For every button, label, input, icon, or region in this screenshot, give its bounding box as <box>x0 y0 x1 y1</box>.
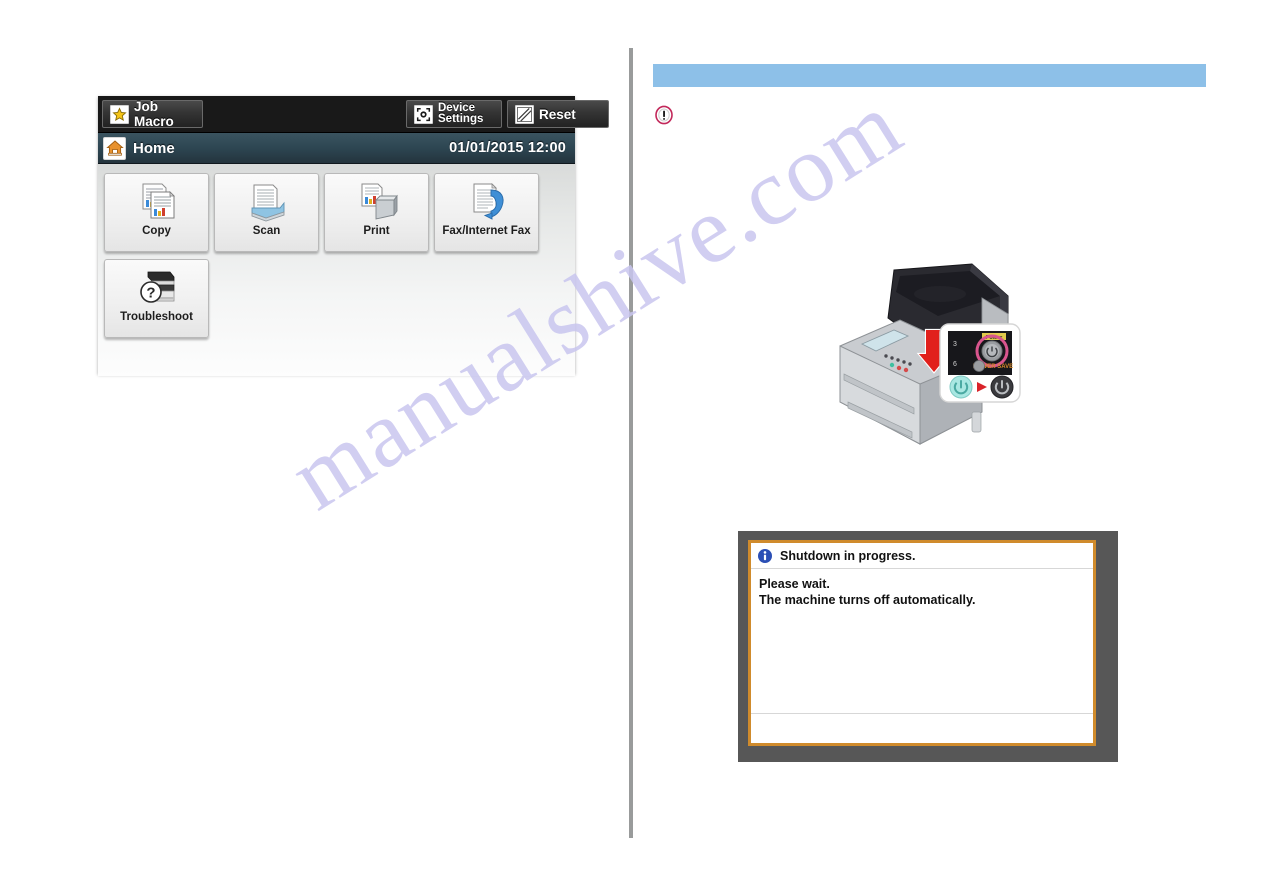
panel-home-screen: Copy Scan Print Fax/Internet Fax ? Troub… <box>98 164 575 376</box>
panel-titlebar: Home 01/01/2015 12:00 <box>98 133 575 164</box>
app-tile-copy[interactable]: Copy <box>104 173 209 252</box>
svg-text:?: ? <box>146 285 155 302</box>
panel-datetime: 01/01/2015 12:00 <box>449 140 566 156</box>
scan-icon <box>246 180 288 224</box>
fax-icon <box>466 180 508 224</box>
app-tile-print[interactable]: Print <box>324 173 429 252</box>
troubleshoot-icon: ? <box>136 266 178 310</box>
job-macro-label: Job Macro <box>134 99 174 129</box>
shutdown-dialog-line-2: The machine turns off automatically. <box>759 592 976 607</box>
shutdown-dialog-title: Shutdown in progress. <box>780 548 916 563</box>
shutdown-dialog-footer <box>751 713 1093 743</box>
app-tile-troubleshoot[interactable]: ? Troubleshoot <box>104 259 209 338</box>
app-label-scan: Scan <box>252 225 281 237</box>
shutdown-dialog-header: Shutdown in progress. <box>751 543 1093 569</box>
shutdown-dialog-frame: Shutdown in progress. Please wait. The m… <box>738 531 1118 762</box>
printer-power-button-illustration: 3 6 Power POWER SAVE <box>822 262 1022 452</box>
app-tile-scan[interactable]: Scan <box>214 173 319 252</box>
shutdown-dialog-line-1: Please wait. <box>759 577 830 591</box>
app-row-1: Copy Scan Print Fax/Internet Fax <box>104 173 575 252</box>
reset-icon <box>515 104 534 124</box>
column-divider <box>629 48 633 838</box>
panel-title: Home <box>133 139 175 157</box>
job-macro-button[interactable]: Job Macro <box>102 99 203 129</box>
copy-icon <box>136 180 178 224</box>
info-icon <box>757 547 773 564</box>
star-icon <box>110 104 129 124</box>
shutdown-dialog-body: Please wait. The machine turns off autom… <box>751 569 1093 608</box>
print-icon <box>356 180 398 224</box>
panel-toolbar: Job Macro Device Settings Reset <box>98 96 609 133</box>
app-label-troubleshoot: Troubleshoot <box>120 311 193 323</box>
svg-text:6: 6 <box>953 361 957 368</box>
app-row-2: ? Troubleshoot <box>104 259 575 338</box>
section-heading-bar <box>653 64 1206 87</box>
app-label-fax: Fax/Internet Fax <box>442 225 531 237</box>
app-label-copy: Copy <box>142 225 171 237</box>
printer-operation-panel: Job Macro Device Settings Reset Home 01/… <box>98 96 609 376</box>
device-settings-icon <box>414 104 433 124</box>
home-icon[interactable] <box>103 136 126 160</box>
exclamation-circle-icon <box>654 105 674 125</box>
svg-text:3: 3 <box>953 341 957 348</box>
device-settings-label-line2: Settings <box>438 113 484 125</box>
reset-label: Reset <box>539 106 576 122</box>
app-label-print: Print <box>363 225 390 237</box>
shutdown-dialog: Shutdown in progress. Please wait. The m… <box>748 540 1096 746</box>
reset-button[interactable]: Reset <box>507 100 609 128</box>
app-tile-fax[interactable]: Fax/Internet Fax <box>434 173 539 252</box>
device-settings-button[interactable]: Device Settings <box>406 100 502 128</box>
